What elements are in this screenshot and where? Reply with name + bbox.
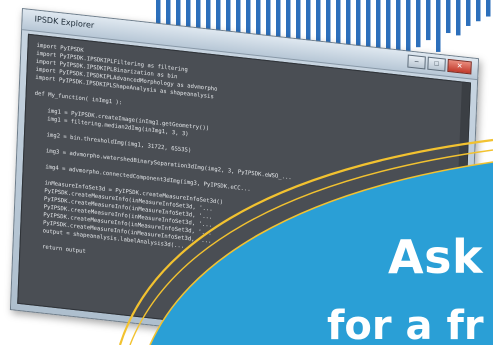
window-controls: – □ ✕ (407, 54, 472, 75)
editor-window: IPSDK Explorer – □ ✕ import PyIPSDK impor… (9, 8, 479, 345)
maximize-button[interactable]: □ (427, 56, 446, 72)
minimize-button[interactable]: – (407, 54, 426, 70)
stage: IPSDK Explorer – □ ✕ import PyIPSDK impor… (0, 0, 493, 345)
window-title: IPSDK Explorer (34, 14, 95, 30)
code-editor[interactable]: import PyIPSDK import PyIPSDK.IPSDKIPLFil… (17, 33, 471, 345)
code-lines: import PyIPSDK import PyIPSDK.IPSDKIPLFil… (28, 42, 461, 297)
close-button[interactable]: ✕ (447, 58, 472, 75)
editor-window-wrapper: IPSDK Explorer – □ ✕ import PyIPSDK impor… (0, 0, 493, 345)
